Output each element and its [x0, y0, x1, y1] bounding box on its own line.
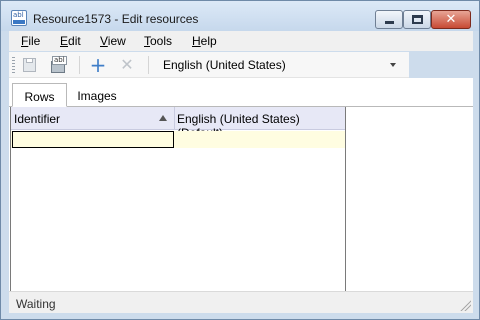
- menu-file[interactable]: File: [21, 34, 40, 48]
- close-button[interactable]: ✕: [431, 10, 471, 29]
- app-icon-bar: [13, 20, 25, 24]
- menu-help-accel: H: [192, 34, 201, 48]
- maximize-icon: [412, 15, 423, 24]
- minimize-icon: [385, 21, 394, 24]
- menu-edit-accel: E: [60, 34, 69, 48]
- delete-icon: ✕: [120, 55, 134, 74]
- delete-resource-button[interactable]: ✕: [118, 56, 136, 74]
- table-row[interactable]: [11, 131, 345, 148]
- maximize-button[interactable]: [403, 10, 431, 29]
- save-as-icon-label: abl: [52, 56, 67, 65]
- menu-help[interactable]: Help: [192, 34, 217, 48]
- menu-edit-label: dit: [68, 34, 81, 48]
- sort-ascending-icon: [159, 115, 167, 121]
- chevron-down-icon: [390, 63, 396, 67]
- close-icon: ✕: [445, 12, 457, 27]
- column-divider[interactable]: [174, 107, 175, 130]
- menu-tools-label: ools: [150, 34, 173, 48]
- status-bar: Waiting: [9, 291, 473, 313]
- toolbar-separator: [79, 56, 80, 74]
- menu-help-label: elp: [200, 34, 217, 48]
- identifier-cell[interactable]: [12, 131, 174, 148]
- title-bar[interactable]: abl Resource1573 - Edit resources ✕: [1, 1, 479, 31]
- toolbar-separator: [148, 56, 149, 74]
- menu-edit[interactable]: Edit: [60, 34, 81, 48]
- resize-grip-icon[interactable]: [459, 299, 471, 311]
- grid-header: Identifier English (United States) (Defa…: [11, 107, 345, 140]
- save-as-button[interactable]: abl: [50, 56, 68, 74]
- save-button[interactable]: [21, 56, 39, 74]
- menu-view-label: iew: [107, 34, 126, 48]
- menu-view[interactable]: View: [100, 34, 126, 48]
- minimize-button[interactable]: [375, 10, 403, 29]
- menu-tools[interactable]: Tools: [144, 34, 172, 48]
- column-header-identifier[interactable]: Identifier: [14, 112, 60, 126]
- status-text: Waiting: [16, 297, 56, 311]
- english-value-cell[interactable]: [175, 131, 345, 148]
- editor-window: abl Resource1573 - Edit resources ✕ File…: [0, 0, 480, 320]
- toolbar-grip[interactable]: [12, 57, 15, 74]
- menu-view-accel: V: [100, 34, 108, 48]
- content-area: Rows Images Identifier English (United S…: [9, 78, 473, 291]
- tab-rows[interactable]: Rows: [12, 83, 67, 107]
- tab-images[interactable]: Images: [69, 83, 125, 107]
- toolbar: abl + ✕ English (United States): [9, 52, 409, 78]
- app-icon[interactable]: abl: [11, 10, 27, 26]
- app-icon-label: abl: [13, 11, 24, 19]
- language-select-value: English (United States): [163, 58, 286, 72]
- menu-bar: File Edit View Tools Help: [9, 31, 473, 51]
- menu-file-label: ile: [28, 34, 41, 48]
- add-resource-button[interactable]: +: [89, 53, 107, 77]
- resource-grid[interactable]: Identifier English (United States) (Defa…: [10, 107, 346, 291]
- window-title: Resource1573 - Edit resources: [33, 12, 199, 26]
- save-icon-label: [26, 58, 33, 63]
- language-select[interactable]: English (United States): [159, 55, 404, 75]
- plus-icon: +: [89, 53, 107, 77]
